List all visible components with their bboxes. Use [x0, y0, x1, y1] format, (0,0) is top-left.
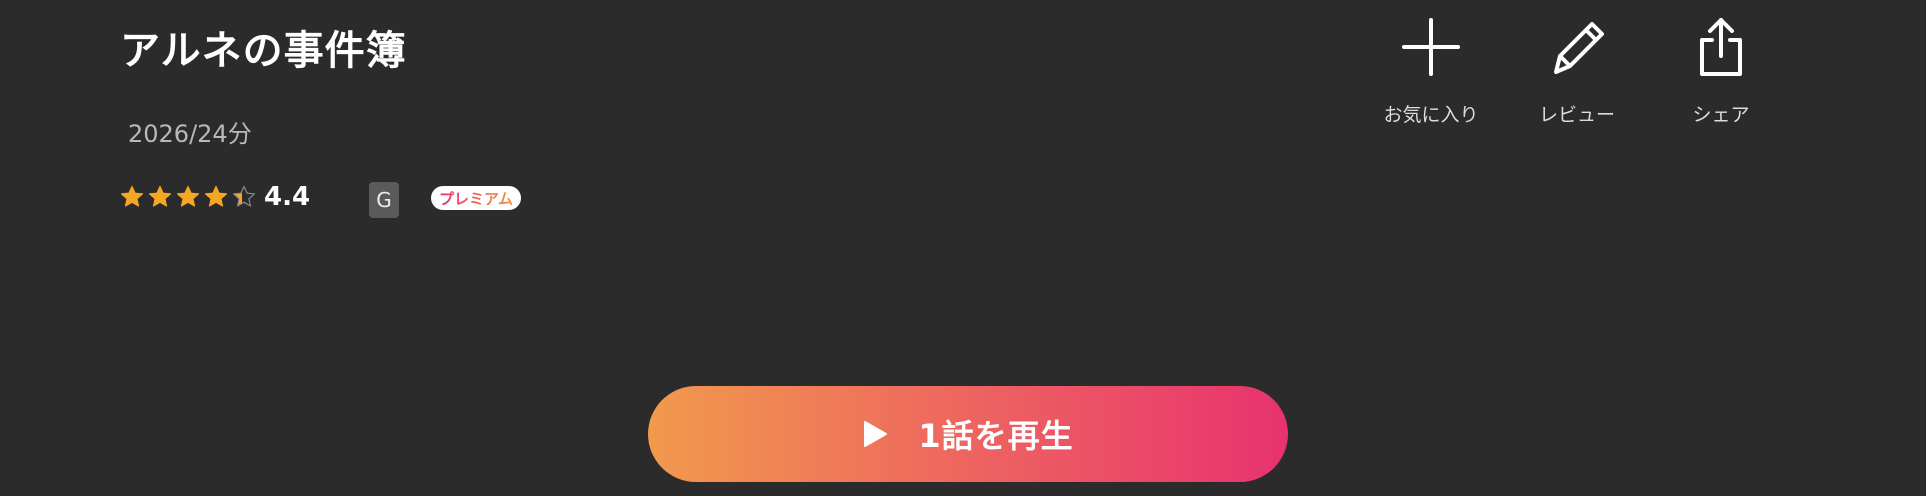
star-icon [149, 185, 171, 207]
pencil-icon [1554, 22, 1604, 74]
review-label: レビュー [1538, 104, 1615, 126]
page-title: アルネの事件簿 [120, 28, 407, 74]
review-button[interactable]: レビュー [1517, 14, 1637, 127]
rating-value: 4.4 [264, 182, 311, 212]
star-icon [177, 185, 199, 207]
release-info: 2026/24分 [128, 120, 252, 148]
play-episode-button[interactable]: 1話を再生 [648, 386, 1288, 482]
star-icon [205, 185, 227, 207]
plus-icon [1402, 18, 1460, 76]
rating: 4.4 [120, 180, 310, 214]
premium-label: プレミアム [439, 189, 513, 208]
play-icon [864, 421, 888, 447]
premium-badge: プレミアム [431, 186, 521, 210]
favorite-label: お気に入り [1383, 104, 1479, 126]
favorite-button[interactable]: お気に入り [1371, 14, 1491, 127]
star-rating [120, 185, 256, 209]
share-button[interactable]: シェア [1661, 14, 1781, 127]
age-rating-badge: G [369, 182, 399, 218]
title-detail-header: アルネの事件簿 2026/24分 4.4 G プレミアム お気に入り レビュー … [0, 0, 1926, 496]
play-label: 1話を再生 [918, 417, 1074, 455]
share-label: シェア [1692, 104, 1750, 126]
star-icon [233, 185, 255, 207]
star-icon [121, 185, 143, 207]
share-icon [1700, 18, 1742, 76]
